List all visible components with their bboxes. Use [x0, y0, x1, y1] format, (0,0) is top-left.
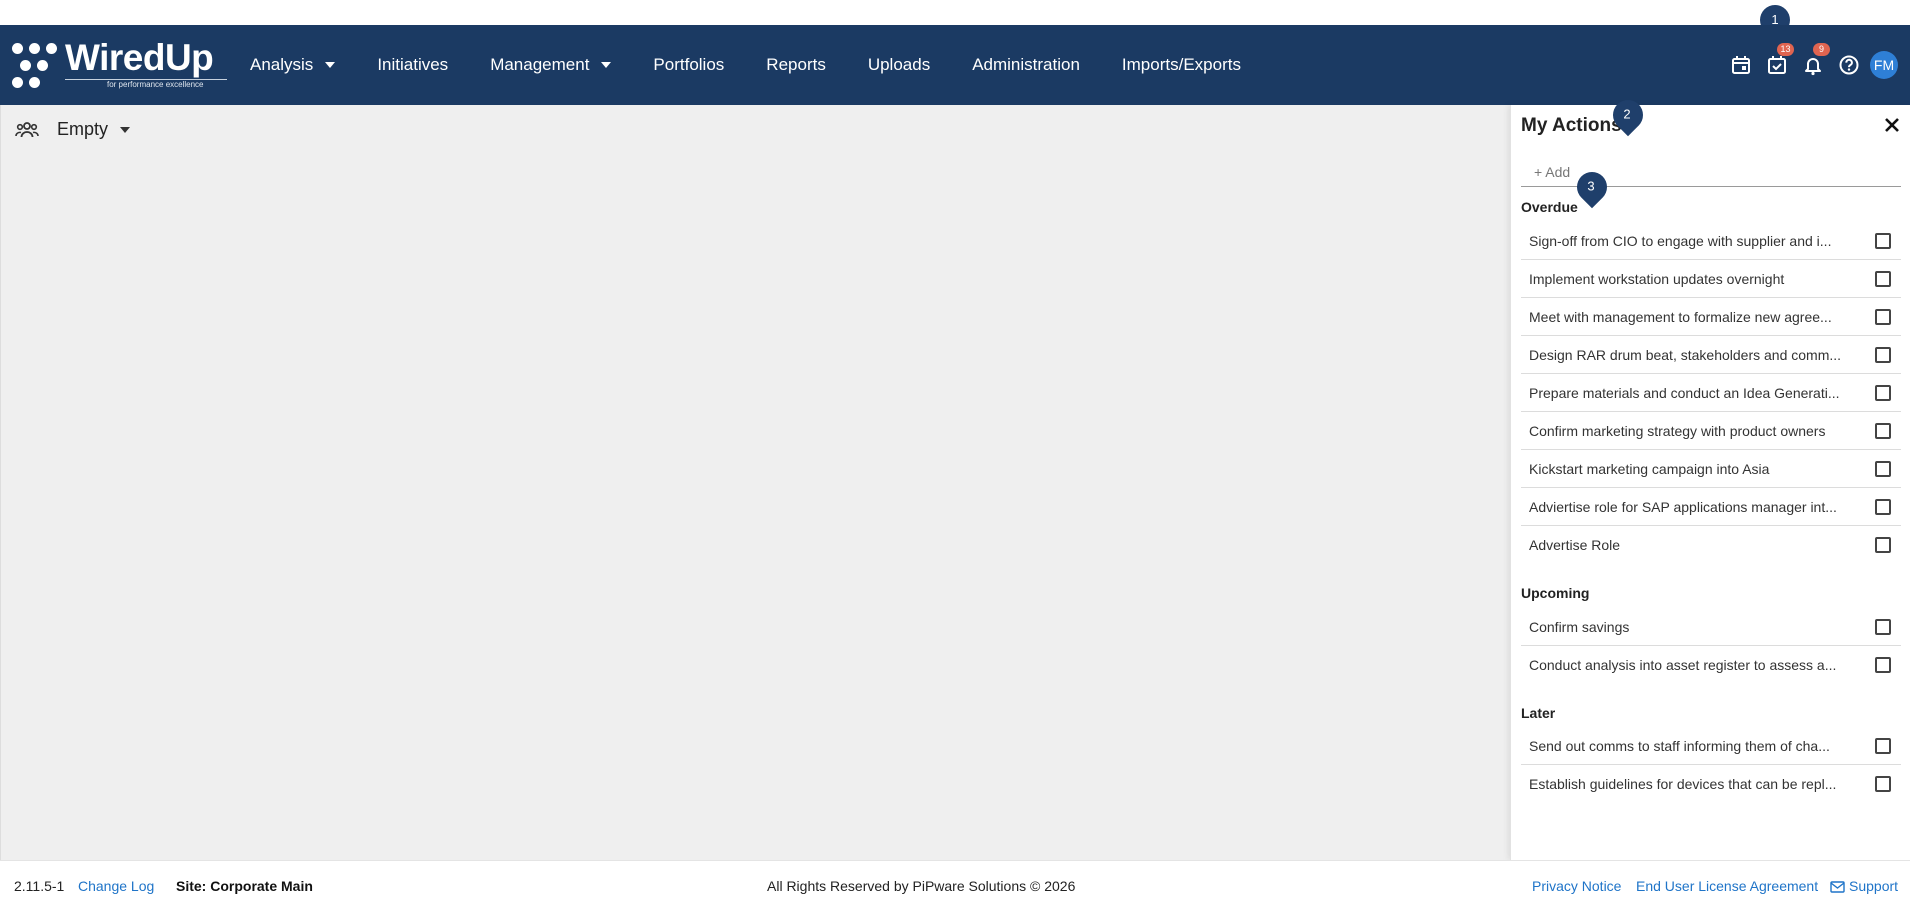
calendar-icon[interactable]	[1730, 54, 1752, 76]
section-title-upcoming: Upcoming	[1521, 585, 1590, 601]
nav-reports[interactable]: Reports	[766, 55, 826, 75]
later-list: Send out comms to staff informing them o…	[1521, 727, 1901, 803]
action-checkbox[interactable]	[1875, 618, 1891, 635]
action-item[interactable]: Implement workstation updates overnight	[1521, 260, 1901, 298]
action-checkbox[interactable]	[1875, 460, 1891, 477]
section-title-later: Later	[1521, 705, 1556, 721]
panel-title: My Actions	[1521, 115, 1622, 136]
caret-down-icon	[601, 62, 612, 68]
user-avatar[interactable]: FM	[1870, 51, 1898, 79]
section-title-overdue: Overdue	[1521, 199, 1578, 215]
action-item[interactable]: Kickstart marketing campaign into Asia	[1521, 450, 1901, 488]
action-checkbox[interactable]	[1875, 737, 1891, 754]
action-checkbox[interactable]	[1875, 308, 1891, 325]
top-navbar: WiredUp for performance excellence Analy…	[0, 25, 1910, 105]
caret-down-icon	[120, 126, 131, 133]
bell-icon[interactable]: 9	[1802, 43, 1830, 76]
caret-down-icon	[325, 62, 336, 68]
action-item[interactable]: Confirm savings	[1521, 608, 1901, 646]
team-icon	[15, 121, 39, 137]
main-content: Empty	[0, 105, 1510, 860]
eula-link[interactable]: End User License Agreement	[1636, 878, 1818, 894]
notifications-count-badge: 9	[1813, 43, 1830, 56]
nav-administration[interactable]: Administration	[972, 55, 1080, 75]
action-item[interactable]: Meet with management to formalize new ag…	[1521, 298, 1901, 336]
change-log-link[interactable]: Change Log	[78, 878, 154, 894]
nav-management[interactable]: Management	[490, 55, 612, 75]
nav-uploads[interactable]: Uploads	[868, 55, 930, 75]
close-icon[interactable]	[1882, 115, 1902, 135]
action-checkbox[interactable]	[1875, 776, 1891, 792]
logo-tagline: for performance excellence	[107, 80, 204, 89]
action-item[interactable]: Advertise Role	[1521, 526, 1901, 564]
version-label: 2.11.5-1	[14, 878, 65, 894]
my-actions-icon[interactable]: 13	[1766, 43, 1794, 76]
action-checkbox[interactable]	[1875, 498, 1891, 515]
overdue-list: Sign-off from CIO to engage with supplie…	[1521, 222, 1901, 564]
nav-portfolios[interactable]: Portfolios	[653, 55, 724, 75]
action-checkbox[interactable]	[1875, 270, 1891, 287]
action-item[interactable]: Sign-off from CIO to engage with supplie…	[1521, 222, 1901, 260]
action-item[interactable]: Prepare materials and conduct an Idea Ge…	[1521, 374, 1901, 412]
action-checkbox[interactable]	[1875, 232, 1891, 249]
action-checkbox[interactable]	[1875, 657, 1891, 673]
nav-analysis[interactable]: Analysis	[250, 55, 336, 75]
team-selector[interactable]: Empty	[15, 119, 131, 140]
support-link[interactable]: Support	[1830, 878, 1898, 894]
site-label: Site: Corporate Main	[176, 878, 313, 894]
action-item[interactable]: Design RAR drum beat, stakeholders and c…	[1521, 336, 1901, 374]
header-icon-group: 13 9 FM	[1730, 25, 1910, 105]
wiredup-logo[interactable]: WiredUp for performance excellence	[12, 37, 227, 91]
action-item[interactable]: Establish guidelines for devices that ca…	[1521, 765, 1901, 803]
action-item[interactable]: Conduct analysis into asset register to …	[1521, 646, 1901, 684]
my-actions-panel: My Actions Overdue Sign-off from CIO to …	[1510, 105, 1910, 860]
action-item[interactable]: Send out comms to staff informing them o…	[1521, 727, 1901, 765]
nav-imports-exports[interactable]: Imports/Exports	[1122, 55, 1241, 75]
help-icon[interactable]	[1838, 54, 1860, 76]
upcoming-list: Confirm savings Conduct analysis into as…	[1521, 608, 1901, 684]
action-checkbox[interactable]	[1875, 346, 1891, 363]
team-selector-label: Empty	[57, 119, 109, 139]
actions-count-badge: 13	[1777, 43, 1794, 56]
action-checkbox[interactable]	[1875, 422, 1891, 439]
copyright-text: All Rights Reserved by PiPware Solutions…	[767, 878, 1076, 894]
main-nav: Analysis Initiatives Management Portfoli…	[250, 25, 1283, 105]
logo-wordmark: WiredUp	[65, 37, 214, 78]
action-item[interactable]: Confirm marketing strategy with product …	[1521, 412, 1901, 450]
footer: 2.11.5-1 Change Log Site: Corporate Main…	[0, 860, 1910, 910]
action-checkbox[interactable]	[1875, 537, 1891, 553]
mail-icon	[1830, 881, 1845, 893]
logo-dots-icon	[12, 43, 58, 89]
action-checkbox[interactable]	[1875, 384, 1891, 401]
nav-initiatives[interactable]: Initiatives	[377, 55, 448, 75]
privacy-notice-link[interactable]: Privacy Notice	[1532, 878, 1621, 894]
action-item[interactable]: Adviertise role for SAP applications man…	[1521, 488, 1901, 526]
